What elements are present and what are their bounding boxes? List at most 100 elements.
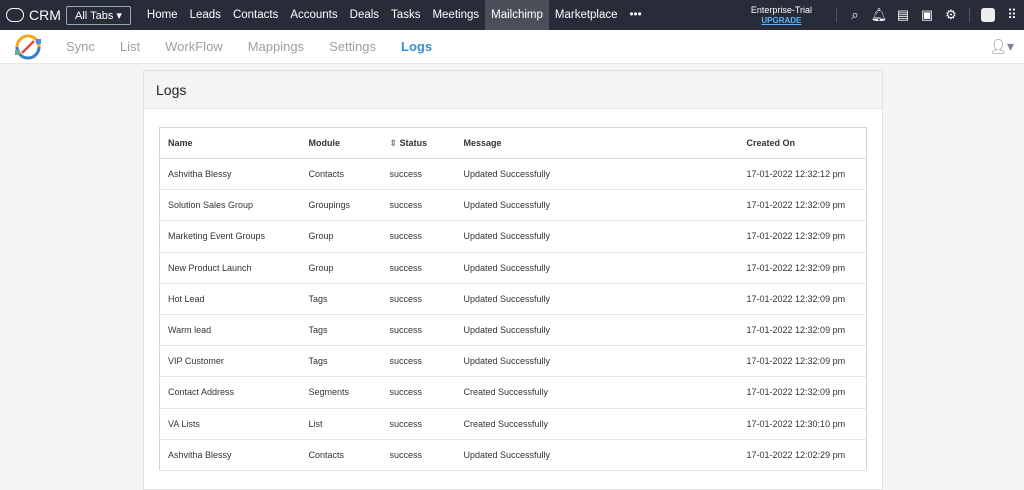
cell-module: Contacts [300,439,382,471]
search-icon[interactable]: ⌕ [844,7,866,23]
table-row: Solution Sales Group Groupings success Upda… [159,189,867,222]
cell-name: Warm lead [159,314,301,347]
table-row: Ashvitha Blessy Contacts success Updated Su… [159,158,867,191]
upgrade-link[interactable]: UPGRADE [761,16,801,25]
cell-name: Marketing Event Groups [159,220,301,253]
cell-status: success [381,439,456,471]
cell-created-on: 17-01-2022 12:32:09 pm [738,345,867,378]
table-row: VIP Customer Tags success Updated Successfu… [159,345,867,378]
plan-info: Enterprise-Trial UPGRADE [750,4,812,25]
logs-table: Name Module ⇕ Status Message Created On … [159,127,867,471]
cell-name: VA Lists [159,408,301,440]
cell-status: success [381,158,456,191]
nav-tab-[interactable]: ••• [624,0,648,30]
gear-icon[interactable]: ⚙ [940,7,962,23]
cell-message: Updated Successfully [455,345,739,378]
divider [836,8,837,22]
nav-tab-tasks[interactable]: Tasks [385,0,426,30]
cell-message: Updated Successfully [455,439,739,471]
cell-message: Updated Successfully [455,314,739,347]
cell-created-on: 17-01-2022 12:32:12 pm [738,158,867,191]
table-row: Warm lead Tags success Updated Successfully… [159,314,867,347]
logs-panel: Logs Name Module ⇕ Status Message Create… [143,70,883,490]
cell-created-on: 17-01-2022 12:32:09 pm [738,189,867,222]
cell-name: Ashvitha Blessy [159,158,301,191]
cell-module: Contacts [300,158,382,191]
nav-tab-meetings[interactable]: Meetings [426,0,485,30]
cell-message: Updated Successfully [455,283,739,315]
column-name: Name [159,127,301,159]
cell-created-on: 17-01-2022 12:32:09 pm [738,252,867,284]
subnav-tab-workflow[interactable]: WorkFlow [165,39,223,54]
cell-status: success [381,314,456,347]
column-status[interactable]: ⇕ Status [381,127,456,159]
cell-name: Hot Lead [159,283,301,315]
column-module: Module [300,127,382,159]
cell-name: Solution Sales Group [159,189,301,222]
column-message: Message [455,127,739,159]
page-title: Logs [144,71,882,109]
cell-created-on: 17-01-2022 12:32:09 pm [738,376,867,409]
cell-module: Group [300,252,382,284]
table-row: Marketing Event Groups Group success Update… [159,220,867,253]
nav-tab-marketplace[interactable]: Marketplace [549,0,624,30]
main-nav: Home Leads Contacts Accounts Deals Tasks Meeti… [141,0,648,30]
cell-status: success [381,345,456,378]
cell-module: Groupings [300,189,382,222]
cell-created-on: 17-01-2022 12:32:09 pm [738,314,867,347]
subnav-tab-logs[interactable]: Logs [401,39,432,54]
cell-module: List [300,408,382,440]
sub-nav: Sync List WorkFlow Mappings Settings Logs 👤︎▾ [0,30,1024,64]
cell-name: New Product Launch [159,252,301,284]
avatar[interactable] [977,8,999,22]
cell-name: VIP Customer [159,345,301,378]
crm-logo-icon [6,8,24,22]
cell-message: Created Successfully [455,408,739,440]
nav-tab-leads[interactable]: Leads [184,0,227,30]
table-row: VA Lists List success Created Successfully 1… [159,408,867,440]
table-row: Hot Lead Tags success Updated Successfully 1… [159,283,867,315]
apps-grid-icon[interactable]: ⠿ [1001,7,1023,23]
cell-created-on: 17-01-2022 12:32:09 pm [738,283,867,315]
table-row: Contact Address Segments success Created Su… [159,376,867,409]
add-note-icon[interactable]: ▤ [892,7,914,23]
divider [969,8,970,22]
calendar-icon[interactable]: ▣ [916,7,938,23]
nav-tab-deals[interactable]: Deals [344,0,385,30]
cell-status: success [381,408,456,440]
cell-module: Tags [300,283,382,315]
cell-status: success [381,283,456,315]
bell-icon[interactable]: 🔔︎ [868,7,890,23]
cell-message: Created Successfully [455,376,739,409]
cell-message: Updated Successfully [455,158,739,191]
nav-tab-accounts[interactable]: Accounts [284,0,343,30]
cell-message: Updated Successfully [455,220,739,253]
nav-tab-home[interactable]: Home [141,0,184,30]
subnav-tab-sync[interactable]: Sync [66,39,95,54]
table-row: Ashvitha Blessy Contacts success Updated Su… [159,439,867,471]
subnav-tab-list[interactable]: List [120,39,140,54]
cell-module: Tags [300,345,382,378]
cell-message: Updated Successfully [455,252,739,284]
cell-message: Updated Successfully [455,189,739,222]
subnav-tab-mappings[interactable]: Mappings [248,39,304,54]
cell-status: success [381,376,456,409]
top-bar: CRM All Tabs ▾ Home Leads Contacts Accounts… [0,0,1024,30]
cell-name: Contact Address [159,376,301,409]
subnav-tab-settings[interactable]: Settings [329,39,376,54]
all-tabs-dropdown[interactable]: All Tabs ▾ [66,5,131,25]
crm-logo[interactable]: CRM [0,7,66,23]
cell-module: Tags [300,314,382,347]
nav-tab-mailchimp[interactable]: Mailchimp [485,0,549,30]
cell-status: success [381,252,456,284]
nav-tab-contacts[interactable]: Contacts [227,0,284,30]
table-row: New Product Launch Group success Updated Su… [159,252,867,284]
cell-created-on: 17-01-2022 12:30:10 pm [738,408,867,440]
user-menu-icon[interactable]: 👤︎▾ [989,38,1014,55]
cell-status: success [381,220,456,253]
cell-created-on: 17-01-2022 12:02:29 pm [738,439,867,471]
cell-module: Group [300,220,382,253]
cell-name: Ashvitha Blessy [159,439,301,471]
column-created-on: Created On [738,127,867,159]
sort-icon[interactable]: ⇕ [390,138,398,148]
